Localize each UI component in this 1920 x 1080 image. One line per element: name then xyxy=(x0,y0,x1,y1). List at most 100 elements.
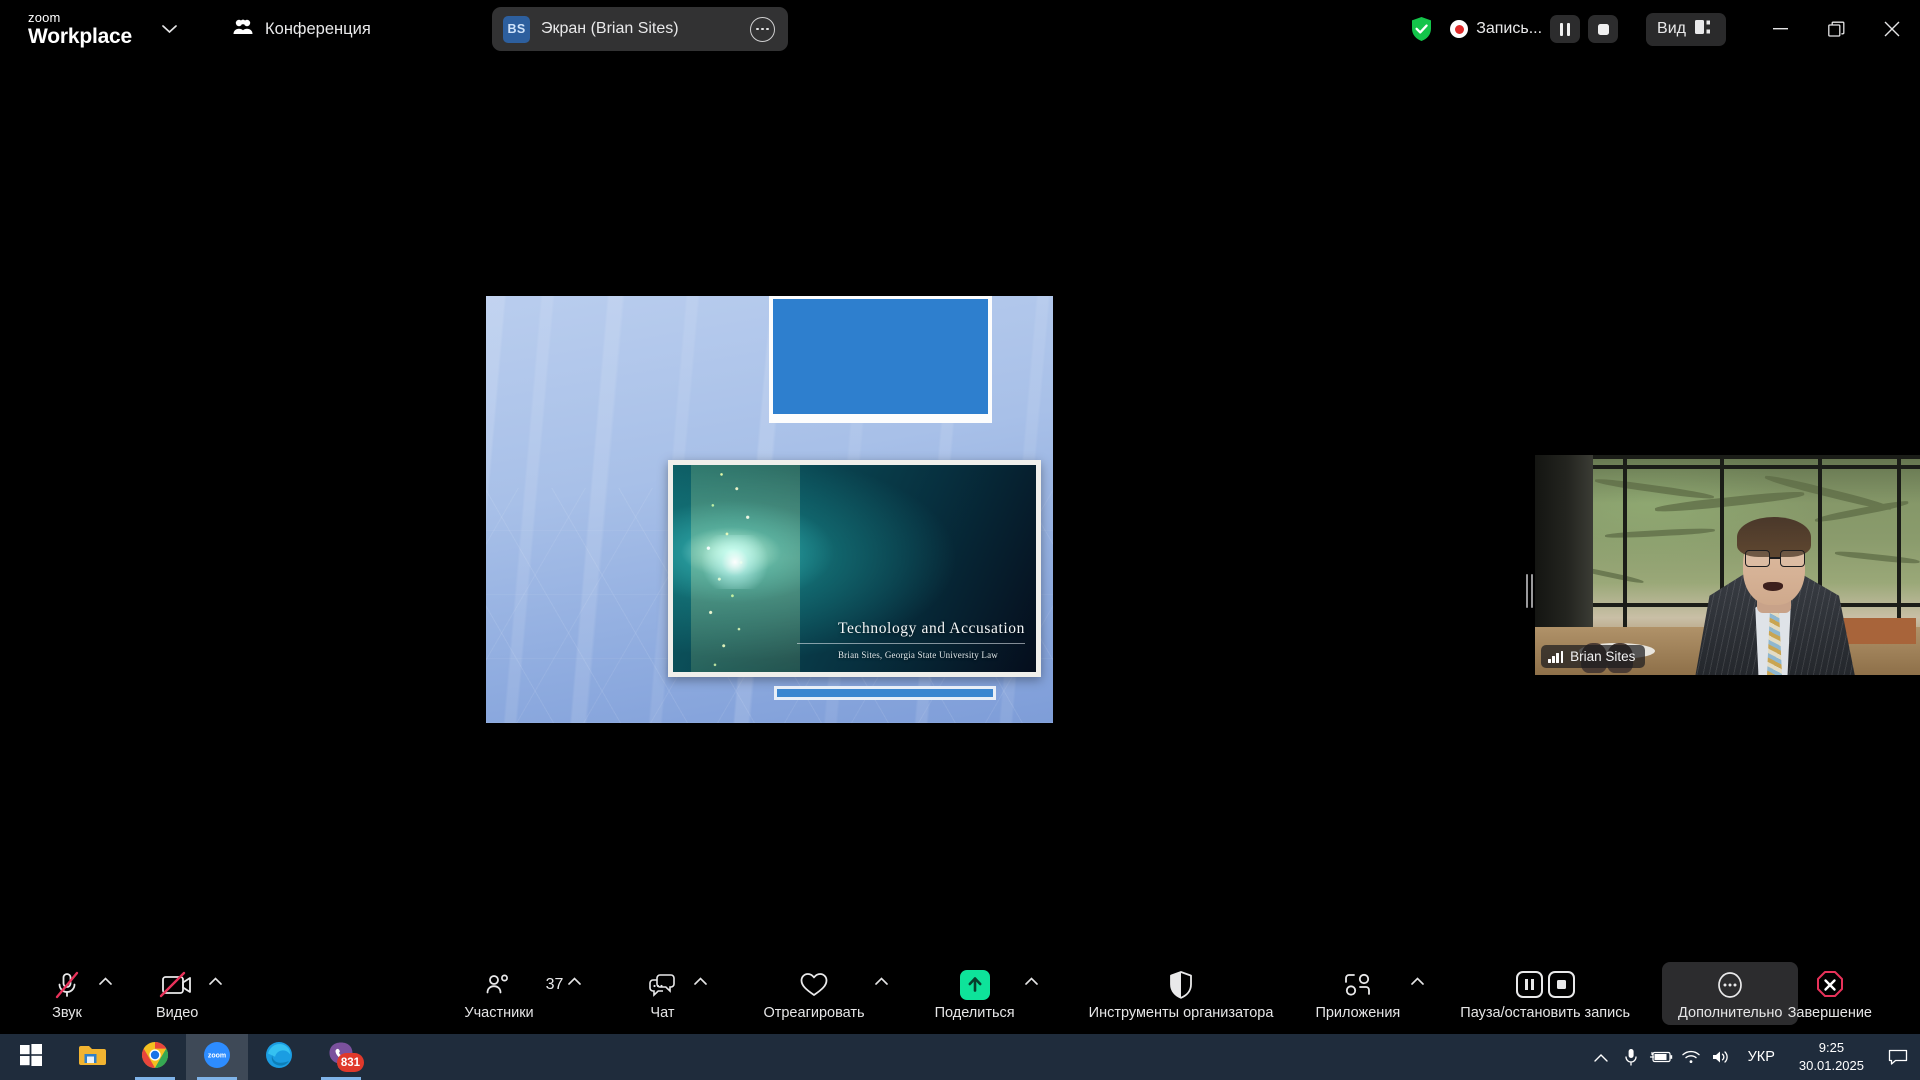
end-meeting-icon xyxy=(1815,968,1845,1002)
slide-title: Technology and Accusation xyxy=(838,620,1025,637)
viber-badge: 831 xyxy=(336,1053,364,1072)
shared-taskbar-strip xyxy=(774,686,996,700)
chat-label: Чат xyxy=(650,1004,675,1021)
apps-options-caret[interactable] xyxy=(1406,968,1428,1002)
reactions-label: Отреагировать xyxy=(763,1004,865,1021)
zoom-icon: zoom xyxy=(203,1041,231,1074)
video-button[interactable]: Видео xyxy=(150,964,204,1023)
conference-button[interactable]: Конференция xyxy=(224,13,379,46)
slide-subtitle: Brian Sites, Georgia State University La… xyxy=(837,650,998,660)
google-chrome-button[interactable] xyxy=(124,1034,186,1080)
participants-options-caret[interactable] xyxy=(563,968,585,1002)
speaker-icon[interactable] xyxy=(1706,1034,1736,1080)
heart-icon xyxy=(799,968,829,1002)
slide-divider xyxy=(797,643,1025,644)
chat-icon xyxy=(647,968,677,1002)
participant-name: Brian Sites xyxy=(1570,649,1636,664)
video-options-caret[interactable] xyxy=(204,968,226,1002)
notification-icon[interactable] xyxy=(1876,1034,1920,1080)
zoom-button[interactable]: zoom xyxy=(186,1034,248,1080)
video-label: Видео xyxy=(156,1004,199,1021)
microsoft-edge-button[interactable] xyxy=(248,1034,310,1080)
glasses-icon xyxy=(1745,550,1805,567)
share-screen-button[interactable]: Поделиться xyxy=(929,964,1021,1023)
battery-charging-icon[interactable] xyxy=(1646,1034,1676,1080)
green-shield-check-icon[interactable] xyxy=(1410,16,1433,42)
logo-line-1: zoom xyxy=(28,10,61,25)
reactions-options-caret[interactable] xyxy=(871,968,893,1002)
zoom-workplace-logo: zoom Workplace xyxy=(28,11,132,47)
wifi-icon[interactable] xyxy=(1676,1034,1706,1080)
audio-options-caret[interactable] xyxy=(94,968,116,1002)
host-tools-button[interactable]: Инструменты организатора xyxy=(1083,964,1280,1023)
shared-screen-view[interactable]: Technology and Accusation Brian Sites, G… xyxy=(8,296,1520,723)
close-icon[interactable] xyxy=(1864,7,1920,51)
mouth xyxy=(1763,582,1783,591)
more-dots-icon xyxy=(1714,968,1746,1002)
conference-label: Конференция xyxy=(265,19,371,38)
meeting-toolbar: Звук Видео Участники 37 Чат Отреагироват… xyxy=(0,952,1920,1034)
participant-video-tile[interactable]: Brian Sites xyxy=(1535,455,1920,675)
audio-label: Звук xyxy=(52,1004,82,1021)
more-options-icon[interactable] xyxy=(750,16,775,42)
pause-stop-recording-button[interactable]: Пауза/остановить запись xyxy=(1454,964,1636,1023)
tab-label: Экран (Brian Sites) xyxy=(541,20,679,37)
minimize-icon[interactable] xyxy=(1752,7,1808,51)
apps-label: Приложения xyxy=(1315,1004,1401,1021)
tab-avatar: BS xyxy=(503,15,530,43)
edge-icon xyxy=(265,1041,293,1074)
recording-label: Запись... xyxy=(1476,20,1543,37)
background-window xyxy=(769,296,992,423)
host-tools-label: Инструменты организатора xyxy=(1088,1004,1274,1021)
titlebar-right-controls: Запись... Вид xyxy=(1410,0,1920,58)
share-screen-label: Поделиться xyxy=(934,1004,1015,1021)
file-explorer-button[interactable] xyxy=(62,1034,124,1080)
start-button[interactable] xyxy=(0,1034,62,1080)
view-button[interactable]: Вид xyxy=(1646,12,1726,46)
participants-button[interactable]: Участники xyxy=(458,964,539,1023)
meeting-stage: Technology and Accusation Brian Sites, G… xyxy=(0,58,1920,952)
more-button[interactable]: Дополнительно xyxy=(1662,961,1799,1025)
windows-logo-icon xyxy=(20,1043,42,1071)
clock[interactable]: 9:25 30.01.2025 xyxy=(1787,1039,1876,1074)
pause-recording-button[interactable] xyxy=(1550,15,1581,43)
share-options-caret[interactable] xyxy=(1021,968,1043,1002)
viber-button[interactable]: 831 xyxy=(310,1034,372,1080)
zoom-meeting-window: zoom Workplace Конференция BS Экран (Bri… xyxy=(0,0,1920,1080)
apps-button[interactable]: Приложения xyxy=(1309,964,1406,1023)
svg-text:zoom: zoom xyxy=(208,1052,226,1059)
microphone-icon[interactable] xyxy=(1616,1034,1646,1080)
end-meeting-button[interactable]: Завершение xyxy=(1782,964,1878,1023)
reactions-button[interactable]: Отреагировать xyxy=(757,964,870,1023)
participants-count: 37 xyxy=(545,975,564,993)
people-icon xyxy=(232,18,254,41)
layout-icon xyxy=(1695,19,1715,40)
slide-light-flare xyxy=(694,535,775,590)
apps-icon xyxy=(1343,968,1373,1002)
pause-stop-recording-icon xyxy=(1515,968,1575,1002)
panel-resize-handle[interactable] xyxy=(1525,571,1533,611)
recording-status-group: Запись... xyxy=(1446,15,1622,43)
system-tray: УКР 9:25 30.01.2025 xyxy=(1586,1034,1920,1080)
clock-date: 30.01.2025 xyxy=(1798,1058,1864,1073)
record-dot-icon xyxy=(1450,20,1469,38)
stop-recording-button[interactable] xyxy=(1588,15,1619,43)
clock-time: 9:25 xyxy=(1818,1040,1845,1056)
restore-icon[interactable] xyxy=(1808,7,1864,51)
audio-button[interactable]: Звук xyxy=(40,964,94,1023)
chat-options-caret[interactable] xyxy=(689,968,711,1002)
chevron-down-icon[interactable] xyxy=(156,16,182,42)
participant-figure xyxy=(1685,475,1860,675)
windows-taskbar: zoom 831 УКР 9:25 30.01.2025 xyxy=(0,1034,1920,1080)
host-tools-shield-icon xyxy=(1168,968,1194,1002)
share-screen-tab[interactable]: BS Экран (Brian Sites) xyxy=(492,7,788,51)
signal-bars-icon xyxy=(1548,650,1564,663)
language-indicator[interactable]: УКР xyxy=(1736,1049,1787,1065)
chevron-up-icon[interactable] xyxy=(1586,1034,1616,1080)
camera-muted-icon xyxy=(159,968,195,1002)
window-controls xyxy=(1752,7,1920,51)
slide-canvas: Technology and Accusation Brian Sites, G… xyxy=(673,465,1036,672)
view-label: Вид xyxy=(1657,20,1686,37)
title-bar: zoom Workplace Конференция BS Экран (Bri… xyxy=(0,0,1920,58)
chat-button[interactable]: Чат xyxy=(635,964,689,1023)
